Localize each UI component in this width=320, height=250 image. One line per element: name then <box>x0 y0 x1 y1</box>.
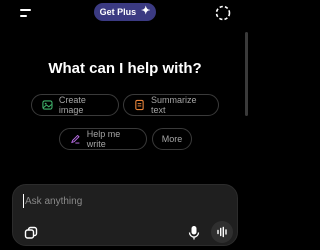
message-composer <box>12 184 238 246</box>
new-chat-icon[interactable] <box>214 4 232 22</box>
microphone-icon-svg <box>188 226 200 240</box>
text-cursor <box>23 194 24 208</box>
hamburger-menu-icon[interactable] <box>16 6 36 22</box>
sparkle-plus-icon: ✦ <box>141 5 151 17</box>
more-chip[interactable]: More <box>152 128 192 150</box>
create-image-chip[interactable]: Create image <box>31 94 119 116</box>
more-label: More <box>161 134 183 144</box>
get-plus-label: Get Plus <box>99 7 137 17</box>
image-icon <box>42 100 53 110</box>
menu-line <box>20 9 31 11</box>
pen-icon <box>71 134 80 144</box>
menu-line <box>20 15 27 17</box>
create-image-label: Create image <box>58 95 86 115</box>
attachment-icon[interactable] <box>23 225 39 241</box>
summarize-text-label: Summarize text <box>150 95 197 115</box>
page-title: What can I help with? <box>48 60 202 77</box>
get-plus-button[interactable]: Get Plus ✦ <box>94 3 156 21</box>
attachment-icon-svg <box>24 226 38 239</box>
new-chat-icon-svg <box>215 5 231 21</box>
document-icon <box>135 99 144 111</box>
microphone-icon[interactable] <box>187 225 201 241</box>
voice-mode-icon <box>217 226 227 238</box>
top-bar: Get Plus ✦ <box>0 0 250 28</box>
voice-mode-button[interactable] <box>211 221 233 243</box>
ask-input[interactable] <box>25 193 215 209</box>
help-me-write-chip[interactable]: Help me write <box>59 128 147 150</box>
help-me-write-label: Help me write <box>86 129 121 149</box>
summarize-text-chip[interactable]: Summarize text <box>123 94 219 116</box>
